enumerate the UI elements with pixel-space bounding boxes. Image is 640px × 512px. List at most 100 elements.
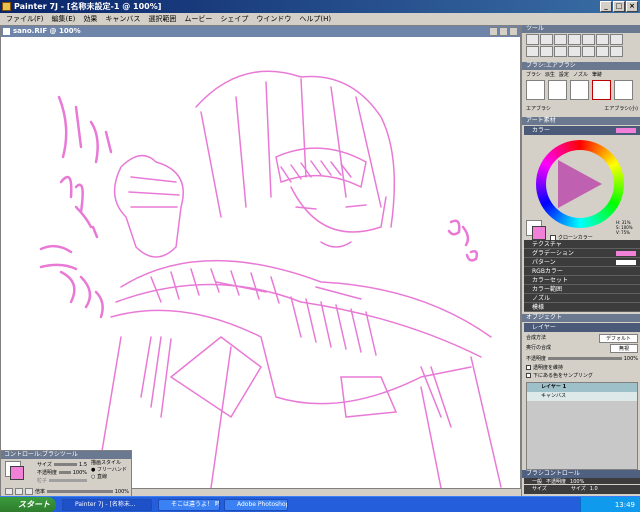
depth-label: 奥行の合成	[526, 345, 552, 351]
menu-window[interactable]: ウインドウ	[252, 13, 295, 25]
sketch-drawing	[39, 70, 502, 488]
crop-tool-icon[interactable]	[568, 46, 581, 57]
view-mode-icon[interactable]	[5, 488, 13, 495]
control-opacity-label: 不透明度	[37, 470, 58, 476]
info-icon[interactable]	[15, 488, 23, 495]
doc-maximize-button[interactable]	[499, 27, 508, 36]
brushes-tabs: ブラシ 派生 設定 ノズル 筆跡	[526, 71, 638, 78]
brush-tab-nozzle[interactable]: ノズル	[573, 71, 588, 78]
section-gradient[interactable]: グラデーション	[524, 249, 640, 258]
grabber-tool-icon[interactable]	[554, 34, 567, 45]
layer-section-header[interactable]: レイヤー	[524, 323, 640, 332]
menu-shapes[interactable]: シェイプ	[216, 13, 252, 25]
control-primary-color[interactable]	[10, 466, 24, 480]
menu-edit[interactable]: 編集(E)	[48, 13, 80, 25]
section-weaving[interactable]: 模様	[524, 303, 640, 312]
section-rgb-color[interactable]: RGBカラー	[524, 267, 640, 276]
color-wheel[interactable]	[536, 140, 624, 228]
layer-adjuster-tool-icon[interactable]	[596, 46, 609, 57]
color-section-label: カラー	[532, 127, 551, 134]
draw-style-freehand-label: フリーハンド	[96, 467, 127, 473]
preserve-transparency-checkbox[interactable]	[526, 365, 531, 370]
pick-up-underlying-option[interactable]: 下にある色をサンプリング	[526, 372, 593, 379]
airbrush-icon[interactable]	[526, 80, 545, 100]
brush-category-label[interactable]: エアブラシ	[526, 105, 551, 112]
taskbar-item-photoshop[interactable]: Adobe Photoshop	[224, 499, 288, 511]
start-button[interactable]: スタート	[0, 497, 56, 512]
brush-tab-brush[interactable]: ブラシ	[526, 71, 541, 78]
brush-tab-settings[interactable]: 設定	[559, 71, 569, 78]
saturation-triangle[interactable]	[558, 160, 602, 208]
hsv-readout: H: 31% S: 100% V: 75%	[616, 220, 633, 235]
control-opacity-slider[interactable]	[59, 471, 71, 474]
pen-brush-icon[interactable]	[614, 80, 633, 100]
drawing-canvas[interactable]	[1, 37, 520, 488]
brush-tab-variant[interactable]: 派生	[545, 71, 555, 78]
composite-method-select[interactable]: デフォルト	[598, 334, 638, 343]
control-grain-row: 粒子	[37, 477, 87, 484]
menu-effects[interactable]: 効果	[79, 13, 101, 25]
doc-close-button[interactable]	[509, 27, 518, 36]
menu-file[interactable]: ファイル(F)	[2, 13, 48, 25]
preserve-transparency-option[interactable]: 透明度を維持	[526, 364, 563, 371]
zoom-icon[interactable]	[25, 488, 33, 495]
ink-brush-icon[interactable]	[570, 80, 589, 100]
draw-style-straight[interactable]: ○ 直線	[91, 474, 127, 481]
section-pattern[interactable]: パターン	[524, 258, 640, 267]
pick-up-underlying-checkbox[interactable]	[526, 373, 531, 378]
brush-tool-icon[interactable]	[526, 34, 539, 45]
layer-opacity-value: 100%	[623, 355, 638, 362]
brush-controls-title: ブラシコントロール	[522, 470, 640, 478]
draw-style-freehand[interactable]: ● フリーハンド	[91, 467, 127, 474]
magnifier-tool-icon[interactable]	[540, 34, 553, 45]
control-opacity-row: 不透明度 100%	[37, 469, 87, 477]
pen-tool-icon[interactable]	[582, 34, 595, 45]
primary-color-square[interactable]	[532, 226, 546, 240]
maximize-button[interactable]: □	[613, 1, 625, 12]
depth-select[interactable]: 無視	[609, 344, 638, 353]
control-grain-label: 粒子	[37, 478, 48, 484]
layer-list: レイヤー 1 キャンバス	[526, 382, 638, 470]
control-size-value: 1.5	[79, 461, 87, 468]
minimize-button[interactable]: _	[600, 1, 612, 12]
rotate-tool-icon[interactable]	[568, 34, 581, 45]
layer-row-1[interactable]: レイヤー 1	[527, 383, 637, 392]
section-nozzle[interactable]: ノズル	[524, 294, 640, 303]
start-label: スタート	[18, 500, 50, 509]
shape-tool-icon[interactable]	[610, 34, 623, 45]
pick-up-underlying-label: 下にある色をサンプリング	[533, 373, 593, 379]
layer-row-canvas[interactable]: キャンバス	[527, 392, 637, 401]
brush-control-size[interactable]: サイズ サイズ 1.0	[524, 485, 640, 494]
current-color-swatch	[616, 128, 636, 133]
zoom-slider[interactable]	[47, 490, 113, 493]
lasso-tool-icon[interactable]	[554, 46, 567, 57]
depth-row: 奥行の合成 無視	[526, 344, 638, 353]
taskbar-item-browser[interactable]: そこは違うよ！ 時のトリ...	[158, 499, 220, 511]
control-size-slider[interactable]	[53, 463, 78, 466]
pencil-brush-icon[interactable]	[548, 80, 567, 100]
dropper-tool-icon[interactable]	[526, 46, 539, 57]
close-button[interactable]: ×	[626, 1, 638, 12]
menu-movie[interactable]: ムービー	[180, 13, 216, 25]
gradient-preview	[616, 251, 636, 256]
taskbar-item-painter[interactable]: Painter 7J - [名称未...	[62, 499, 152, 511]
brush-tab-stroke[interactable]: 筆跡	[592, 71, 602, 78]
menu-select[interactable]: 選択範囲	[144, 13, 180, 25]
section-texture[interactable]: テクスチャ	[524, 240, 640, 249]
control-grain-slider[interactable]	[49, 479, 87, 482]
eraser-tool-icon[interactable]	[610, 46, 623, 57]
selection-tool-icon[interactable]	[582, 46, 595, 57]
layer-opacity-slider[interactable]	[548, 357, 622, 360]
brush-variant-label[interactable]: エアブラシ(小)	[604, 105, 638, 112]
section-color-range[interactable]: カラー範囲	[524, 285, 640, 294]
eraser-brush-icon[interactable]	[592, 80, 611, 100]
paint-bucket-tool-icon[interactable]	[540, 46, 553, 57]
color-section-header[interactable]: カラー	[524, 126, 640, 135]
menu-canvas[interactable]: キャンバス	[101, 13, 144, 25]
section-color-set[interactable]: カラーセット	[524, 276, 640, 285]
document-titlebar: sano.RIF @ 100%	[1, 26, 520, 37]
doc-minimize-button[interactable]	[489, 27, 498, 36]
zoom-label: 倍率	[35, 489, 46, 495]
menu-help[interactable]: ヘルプ(H)	[295, 13, 335, 25]
text-tool-icon[interactable]	[596, 34, 609, 45]
